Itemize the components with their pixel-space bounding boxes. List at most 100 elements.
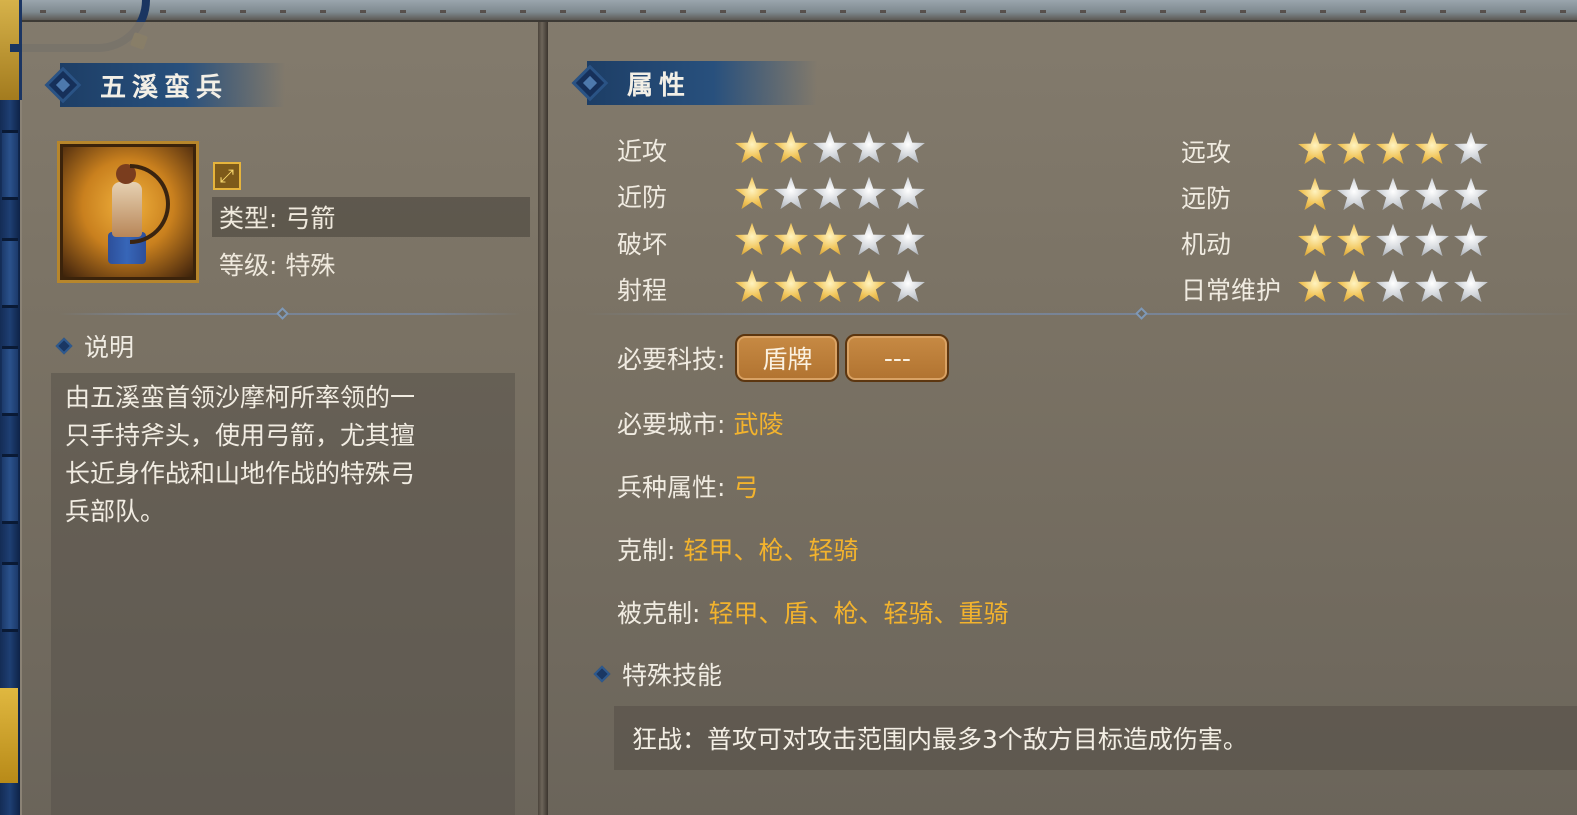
- star-empty-icon: [1454, 223, 1488, 257]
- countered-by-label: 被克制:: [617, 599, 701, 628]
- required-tech-row: 必要科技: 盾牌 ---: [617, 334, 950, 382]
- special-skills-heading-text: 特殊技能: [622, 661, 723, 690]
- stat-stars-upkeep: [1297, 269, 1489, 305]
- countered-by-value: 轻甲、盾、枪、轻骑、重骑: [708, 599, 1009, 628]
- stat-label-ranged-defense: 远防: [1181, 184, 1232, 213]
- binding-notch: [2, 346, 18, 416]
- star-empty-icon: [891, 222, 925, 256]
- unit-grade-text: 等级: 特殊: [219, 251, 336, 280]
- star-empty-icon: [852, 222, 886, 256]
- star-empty-icon: [852, 130, 886, 164]
- unit-type: 类型: 弓箭: [212, 197, 530, 237]
- star-empty-icon: [1415, 177, 1449, 211]
- star-filled-icon: [774, 130, 808, 164]
- section-diamond-icon: [593, 665, 611, 683]
- troop-attribute-value: 弓: [733, 473, 759, 502]
- unit-portrait: [57, 141, 199, 283]
- unit-type-text: 类型: 弓箭: [219, 204, 336, 233]
- star-filled-icon: [1415, 131, 1449, 165]
- star-empty-icon: [1415, 269, 1449, 303]
- star-empty-icon: [813, 176, 847, 210]
- description-line: 由五溪蛮首领沙摩柯所率领的一: [65, 383, 416, 412]
- special-skill-text: 狂战：普攻可对攻击范围内最多3个敌方目标造成伤害。: [632, 725, 1248, 754]
- stat-label-melee-attack: 近攻: [617, 137, 668, 166]
- star-filled-icon: [1298, 131, 1332, 165]
- troop-attribute-row: 兵种属性: 弓: [617, 468, 758, 504]
- unit-name: 五溪蛮兵: [100, 72, 229, 103]
- binding-notch: [2, 238, 18, 308]
- star-filled-icon: [735, 176, 769, 210]
- star-filled-icon: [852, 269, 886, 303]
- star-filled-icon: [1337, 269, 1371, 303]
- star-empty-icon: [813, 130, 847, 164]
- section-diamond-icon: [55, 337, 73, 355]
- separator-line: [60, 313, 520, 315]
- required-city-value[interactable]: 武陵: [733, 405, 783, 441]
- troop-attribute-label: 兵种属性:: [617, 473, 726, 502]
- star-empty-icon: [1454, 131, 1488, 165]
- separator-line: [585, 313, 1577, 315]
- star-filled-icon: [774, 269, 808, 303]
- stat-stars-range: [734, 269, 926, 305]
- description-heading-text: 说明: [84, 333, 135, 362]
- binding-notch: [2, 562, 18, 632]
- required-city-label: 必要城市:: [617, 410, 726, 439]
- tech-button-empty[interactable]: ---: [845, 334, 950, 382]
- stat-stars-ranged-defense: [1297, 177, 1489, 213]
- star-empty-icon: [1454, 177, 1488, 211]
- stat-label-mobility: 机动: [1181, 230, 1232, 259]
- star-empty-icon: [1415, 223, 1449, 257]
- star-empty-icon: [1376, 223, 1410, 257]
- star-filled-icon: [813, 222, 847, 256]
- required-tech-label: 必要科技:: [617, 345, 726, 374]
- stat-label-melee-defense: 近防: [617, 183, 668, 212]
- bow-icon: ⤢: [213, 162, 241, 190]
- star-empty-icon: [1454, 269, 1488, 303]
- panel-divider: [538, 22, 548, 815]
- star-filled-icon: [735, 222, 769, 256]
- star-empty-icon: [891, 130, 925, 164]
- star-filled-icon: [774, 222, 808, 256]
- special-skills-heading: 特殊技能: [590, 656, 722, 692]
- stat-stars-melee-defense: [734, 176, 926, 212]
- star-filled-icon: [1337, 131, 1371, 165]
- required-city-row: 必要城市: 武陵: [617, 405, 783, 441]
- attributes-banner: 属性: [571, 61, 817, 105]
- star-empty-icon: [1376, 177, 1410, 211]
- counters-value: 轻甲、枪、轻骑: [683, 536, 859, 565]
- tech-button-shield[interactable]: 盾牌: [735, 334, 840, 382]
- stat-label-ranged-attack: 远攻: [1181, 138, 1232, 167]
- star-empty-icon: [1337, 177, 1371, 211]
- top-decorative-strip: [0, 0, 1577, 22]
- description-box: 由五溪蛮首领沙摩柯所率领的一 只手持斧头，使用弓箭，尤其擅 长近身作战和山地作战…: [51, 373, 515, 815]
- description-line: 只手持斧头，使用弓箭，尤其擅: [65, 421, 416, 450]
- binding-notch: [2, 130, 18, 200]
- counters-row: 克制: 轻甲、枪、轻骑: [617, 531, 858, 567]
- stat-stars-ranged-attack: [1297, 131, 1489, 167]
- counters-label: 克制:: [617, 536, 676, 565]
- stat-stars-melee-attack: [734, 130, 926, 166]
- star-filled-icon: [1337, 223, 1371, 257]
- stat-stars-destruction: [734, 222, 926, 258]
- binding-notch: [2, 454, 18, 524]
- unit-grade: 等级: 特殊: [212, 244, 530, 284]
- binding-gold-tab[interactable]: [0, 688, 18, 783]
- portrait-bow: [130, 164, 170, 244]
- star-empty-icon: [1376, 269, 1410, 303]
- book-binding: [0, 0, 22, 815]
- star-filled-icon: [1298, 177, 1332, 211]
- star-filled-icon: [735, 269, 769, 303]
- stat-label-upkeep: 日常维护: [1181, 276, 1282, 305]
- unit-name-banner: 五溪蛮兵: [44, 63, 285, 107]
- countered-by-row: 被克制: 轻甲、盾、枪、轻骑、重骑: [617, 594, 1008, 630]
- star-filled-icon: [1298, 223, 1332, 257]
- description-line: 兵部队。: [65, 497, 166, 526]
- star-empty-icon: [852, 176, 886, 210]
- stat-label-destruction: 破坏: [617, 230, 668, 259]
- star-empty-icon: [891, 176, 925, 210]
- star-filled-icon: [813, 269, 847, 303]
- star-empty-icon: [774, 176, 808, 210]
- star-empty-icon: [891, 269, 925, 303]
- star-filled-icon: [1376, 131, 1410, 165]
- description-line: 长近身作战和山地作战的特殊弓: [65, 459, 416, 488]
